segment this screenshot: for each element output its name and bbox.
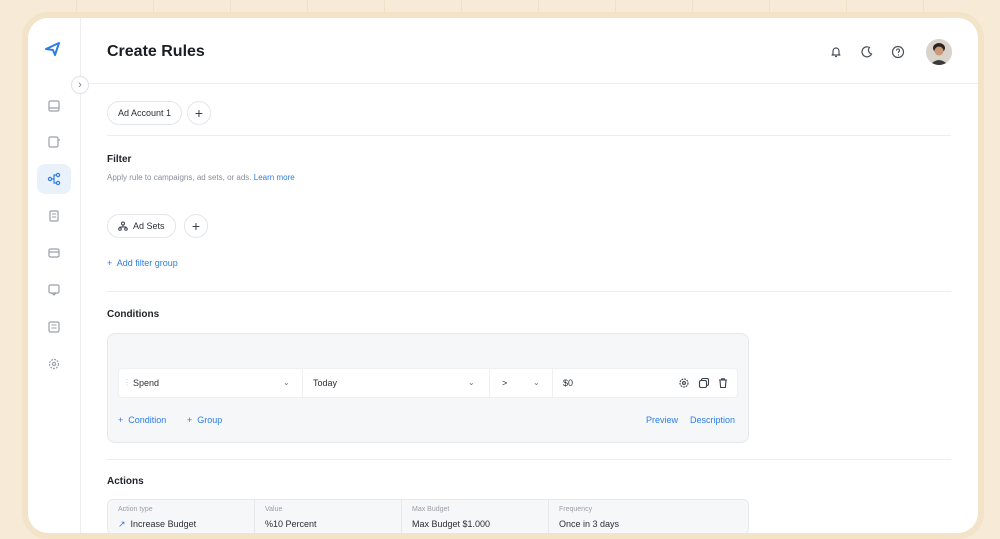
metric-select[interactable]: ⋮ Spend ⌄ [119, 369, 303, 397]
plus-icon: + [118, 415, 124, 425]
dashboard-icon [48, 100, 60, 112]
value-label: Value [265, 506, 283, 513]
chevron-down-icon: ⌄ [283, 378, 290, 387]
action-type-label: Action type [118, 506, 153, 513]
chevron-down-icon: ⌄ [468, 378, 475, 387]
user-avatar-icon [926, 39, 952, 65]
add-account-button[interactable]: + [187, 101, 211, 125]
max-budget-value: Max Budget $1.000 [412, 519, 491, 529]
action-type-cell[interactable]: Action type ↗ Increase Budget [108, 500, 255, 533]
value-value: %10 Percent [265, 519, 317, 529]
period-select[interactable]: Today ⌄ [303, 369, 490, 397]
frequency-label: Frequency [559, 506, 593, 513]
add-group-label: Group [197, 415, 223, 425]
chevron-right-icon: › [78, 79, 82, 91]
sidebar-item-messages[interactable] [37, 275, 71, 305]
learn-more-link[interactable]: Learn more [254, 173, 295, 182]
document-icon [48, 136, 60, 148]
max-budget-label: Max Budget [412, 506, 450, 513]
sidebar-item-notes[interactable] [37, 312, 71, 342]
plus-icon: + [191, 218, 201, 234]
adsets-filter-pill[interactable]: Ad Sets [107, 214, 176, 238]
value-input[interactable]: $0 [553, 369, 739, 397]
period-value: Today [313, 378, 338, 388]
app-logo [45, 42, 60, 56]
hierarchy-icon [118, 221, 128, 231]
settings-icon[interactable] [678, 377, 690, 389]
add-filter-group-label: Add filter group [116, 258, 178, 268]
frequency-cell[interactable]: Frequency Once in 3 days [549, 500, 748, 533]
action-type-value: ↗ Increase Budget [118, 519, 196, 530]
divider [107, 291, 951, 292]
metric-value: Spend [133, 378, 160, 388]
add-condition-label: Condition [128, 415, 167, 425]
sidebar-item-rules[interactable] [37, 164, 71, 194]
value-cell[interactable]: Value %10 Percent [255, 500, 402, 533]
account-pill-label: Ad Account 1 [118, 108, 172, 118]
conditions-box: ⋮ Spend ⌄ Today ⌄ > ⌄ $0 + Condition + G… [107, 333, 749, 443]
card-icon [48, 248, 60, 258]
adsets-pill-label: Ad Sets [133, 221, 165, 231]
sidebar-collapse-button[interactable]: › [71, 76, 89, 94]
drag-handle-icon[interactable]: ⋮ [123, 378, 131, 387]
trash-icon[interactable] [717, 377, 729, 389]
divider [107, 135, 951, 136]
avatar[interactable] [926, 39, 952, 65]
frequency-value: Once in 3 days [559, 519, 620, 529]
sidebar-item-billing[interactable] [37, 238, 71, 268]
arrow-up-right-icon: ↗ [118, 519, 126, 529]
sidebar [28, 18, 81, 533]
header: Create Rules [81, 18, 978, 84]
gear-icon [48, 358, 60, 370]
notes-icon [48, 321, 60, 333]
chevron-down-icon: ⌄ [533, 378, 540, 387]
add-filter-group-button[interactable]: + Add filter group [107, 258, 178, 268]
filter-title: Filter [107, 154, 132, 165]
rules-flow-icon [47, 172, 61, 186]
preview-link[interactable]: Preview [646, 415, 678, 425]
add-condition-button[interactable]: + Condition [118, 415, 166, 425]
message-icon [48, 284, 60, 296]
page-title: Create Rules [107, 43, 205, 60]
sidebar-item-documents[interactable] [37, 127, 71, 157]
max-budget-cell[interactable]: Max Budget Max Budget $1.000 [402, 500, 549, 533]
sidebar-item-settings[interactable] [37, 349, 71, 379]
plus-icon: + [107, 258, 113, 268]
filter-description-text: Apply rule to campaigns, ad sets, or ads… [107, 173, 252, 182]
report-icon [49, 210, 59, 222]
operator-value: > [502, 378, 508, 388]
plus-icon: + [187, 415, 193, 425]
filter-description: Apply rule to campaigns, ad sets, or ads… [107, 173, 295, 182]
app-window: › Create Rules Ad Account 1 + Filter App… [28, 18, 978, 533]
actions-table: Action type ↗ Increase Budget Value %10 P… [107, 499, 749, 533]
moon-icon[interactable] [860, 45, 874, 59]
operator-select[interactable]: > ⌄ [490, 369, 553, 397]
condition-value: $0 [563, 378, 574, 388]
description-link[interactable]: Description [690, 415, 735, 425]
plus-icon: + [194, 105, 204, 121]
sidebar-item-reports[interactable] [37, 201, 71, 231]
help-icon[interactable] [891, 45, 905, 59]
add-group-button[interactable]: + Group [187, 415, 222, 425]
conditions-title: Conditions [107, 309, 160, 320]
background-stripes [0, 0, 1000, 12]
add-filter-button[interactable]: + [184, 214, 208, 238]
action-type-text: Increase Budget [130, 519, 197, 529]
divider [107, 459, 951, 460]
sidebar-item-dashboard[interactable] [37, 91, 71, 121]
bell-icon[interactable] [829, 45, 843, 59]
actions-title: Actions [107, 476, 144, 487]
copy-icon[interactable] [698, 377, 710, 389]
account-pill[interactable]: Ad Account 1 [107, 101, 183, 125]
condition-row: ⋮ Spend ⌄ Today ⌄ > ⌄ $0 [118, 368, 738, 398]
